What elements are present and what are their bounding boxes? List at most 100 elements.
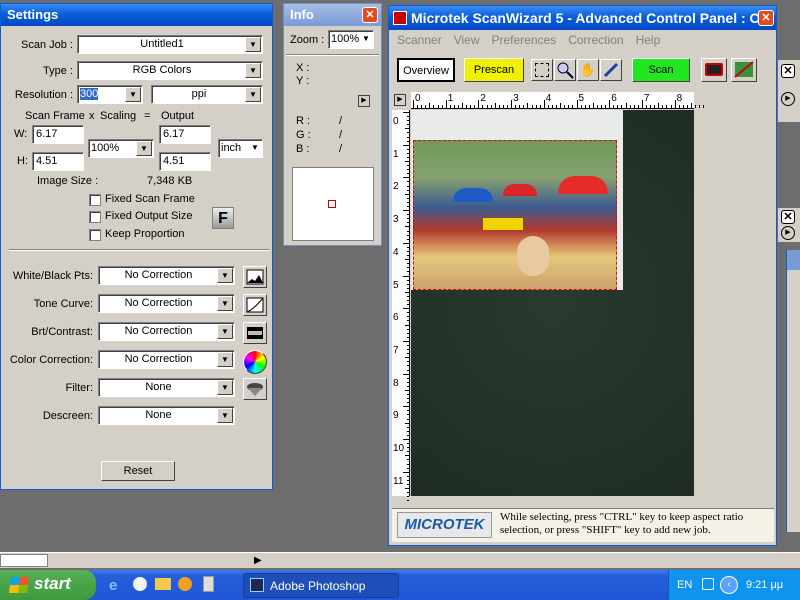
r-label: R : [296, 115, 311, 127]
height-frame-input[interactable]: 4.51 [32, 152, 84, 171]
histogram-icon[interactable] [243, 266, 267, 288]
folder-icon[interactable] [155, 578, 171, 590]
ruler-h-label: 3 [513, 93, 519, 104]
ruler-v-label: 5 [393, 279, 399, 291]
clock[interactable]: 9:21 μμ [746, 579, 783, 591]
ruler-tick [407, 426, 409, 428]
ruler-tick [407, 206, 409, 208]
prescan-button[interactable]: Prescan [464, 58, 524, 82]
overview-button[interactable]: Overview [397, 58, 455, 82]
side-play-icon[interactable]: ▶ [781, 92, 795, 106]
brt-contrast-select[interactable]: No Correction ▼ [98, 322, 235, 341]
info-close-icon[interactable]: ✕ [362, 7, 378, 23]
reset-button[interactable]: Reset [101, 461, 175, 481]
ruler-tick [519, 105, 521, 108]
menu-help[interactable]: Help [636, 33, 661, 47]
ruler-tick [407, 332, 409, 334]
marquee-icon[interactable] [531, 59, 553, 81]
ruler-h-label: 0 [415, 93, 421, 104]
ruler-tick [407, 279, 409, 281]
language-indicator[interactable]: EN [677, 579, 692, 591]
frame-badge-icon[interactable]: F [212, 207, 234, 229]
ruler-tick [407, 156, 409, 158]
side-play-icon[interactable]: ▶ [781, 226, 795, 240]
ruler-tick [682, 105, 684, 108]
ruler-h-label: 7 [643, 93, 650, 104]
scan-job-select[interactable]: Untitled1 ▼ [77, 35, 263, 54]
ruler-tick [625, 103, 627, 108]
scan-button[interactable]: Scan [632, 58, 690, 82]
ruler-tick [613, 105, 615, 108]
ruler-tick [403, 471, 409, 473]
ruler-tick [407, 185, 409, 187]
menu-scanner[interactable]: Scanner [397, 33, 442, 47]
task-photoshop[interactable]: Adobe Photoshop [243, 573, 399, 598]
descreen-select[interactable]: None ▼ [98, 406, 235, 425]
chevron-down-icon: ▼ [245, 37, 261, 52]
resolution-select[interactable]: 300 ▼ [77, 85, 143, 104]
resolution-label: Resolution : [14, 89, 73, 101]
unit-select[interactable]: inch ▼ [218, 139, 263, 158]
scan-frame-label: Scan Frame [25, 110, 85, 122]
ruler-tick [658, 103, 660, 108]
zoom-select[interactable]: 100% ▼ [328, 30, 374, 49]
color-correction-select[interactable]: No Correction ▼ [98, 350, 235, 369]
fixed-scan-frame-label: Fixed Scan Frame [105, 193, 195, 205]
width-frame-input[interactable]: 6.17 [32, 125, 84, 144]
main-close-icon[interactable]: ✕ [758, 10, 774, 26]
settings-titlebar[interactable]: Settings [1, 4, 272, 26]
quicklaunch-icon-2[interactable] [133, 577, 147, 591]
app-icon [393, 11, 407, 25]
quicklaunch-icon-5[interactable] [203, 576, 214, 592]
zoom-icon[interactable] [554, 59, 576, 81]
brightness-icon[interactable] [243, 322, 267, 344]
fixed-output-size-checkbox[interactable] [89, 211, 101, 223]
width-output-input[interactable]: 6.17 [159, 125, 211, 144]
camera-icon[interactable] [701, 58, 727, 82]
ruler-tick [551, 105, 553, 108]
ie-icon[interactable]: e [109, 577, 117, 594]
menu-correction[interactable]: Correction [568, 33, 623, 47]
job-icon[interactable] [731, 58, 757, 82]
tone-curve-select[interactable]: No Correction ▼ [98, 294, 235, 313]
keep-proportion-checkbox[interactable] [89, 229, 101, 241]
curve-icon[interactable] [243, 294, 267, 316]
height-output-input[interactable]: 4.51 [159, 152, 211, 171]
ruler-tick [449, 105, 451, 108]
status-field [0, 554, 48, 567]
type-select[interactable]: RGB Colors ▼ [77, 61, 263, 80]
tray-icon[interactable] [702, 578, 714, 590]
color-wheel-icon[interactable] [243, 350, 267, 374]
ruler-tick [407, 250, 409, 252]
filter-icon[interactable] [243, 378, 267, 400]
side-close-icon[interactable]: ✕ [781, 210, 795, 224]
play-icon[interactable]: ▶ [358, 95, 370, 107]
resolution-unit-select[interactable]: ppi ▼ [151, 85, 263, 104]
media-icon[interactable] [178, 577, 192, 591]
scaling-select[interactable]: 100% ▼ [88, 139, 154, 158]
selection-frame[interactable] [413, 140, 617, 290]
wb-label: White/Black Pts: [12, 270, 93, 282]
eyedropper-icon[interactable] [600, 59, 622, 81]
fixed-scan-frame-checkbox[interactable] [89, 194, 101, 206]
menu-view[interactable]: View [454, 33, 480, 47]
status-scroll-arrow[interactable]: ▶ [254, 555, 262, 566]
tray-expand-icon[interactable]: ‹ [720, 576, 738, 594]
side-close-icon[interactable]: ✕ [781, 64, 795, 78]
ruler-tick [405, 389, 409, 391]
filter-select[interactable]: None ▼ [98, 378, 235, 397]
ruler-v-label: 0 [393, 116, 399, 127]
ruler-tick [407, 430, 409, 432]
hand-icon[interactable]: ✋ [577, 59, 599, 81]
wb-select[interactable]: No Correction ▼ [98, 266, 235, 285]
side-window-titlebar [787, 250, 800, 270]
windows-logo-icon [9, 577, 29, 593]
ruler-tick [433, 105, 435, 108]
ruler-tick [407, 304, 409, 306]
main-titlebar[interactable]: Microtek ScanWizard 5 - Advanced Control… [389, 6, 776, 30]
ruler-h-label: 4 [545, 93, 552, 104]
ruler-tick [407, 271, 409, 273]
menu-preferences[interactable]: Preferences [492, 33, 557, 47]
ruler-tick [403, 340, 409, 342]
width-label: W: [14, 128, 28, 140]
